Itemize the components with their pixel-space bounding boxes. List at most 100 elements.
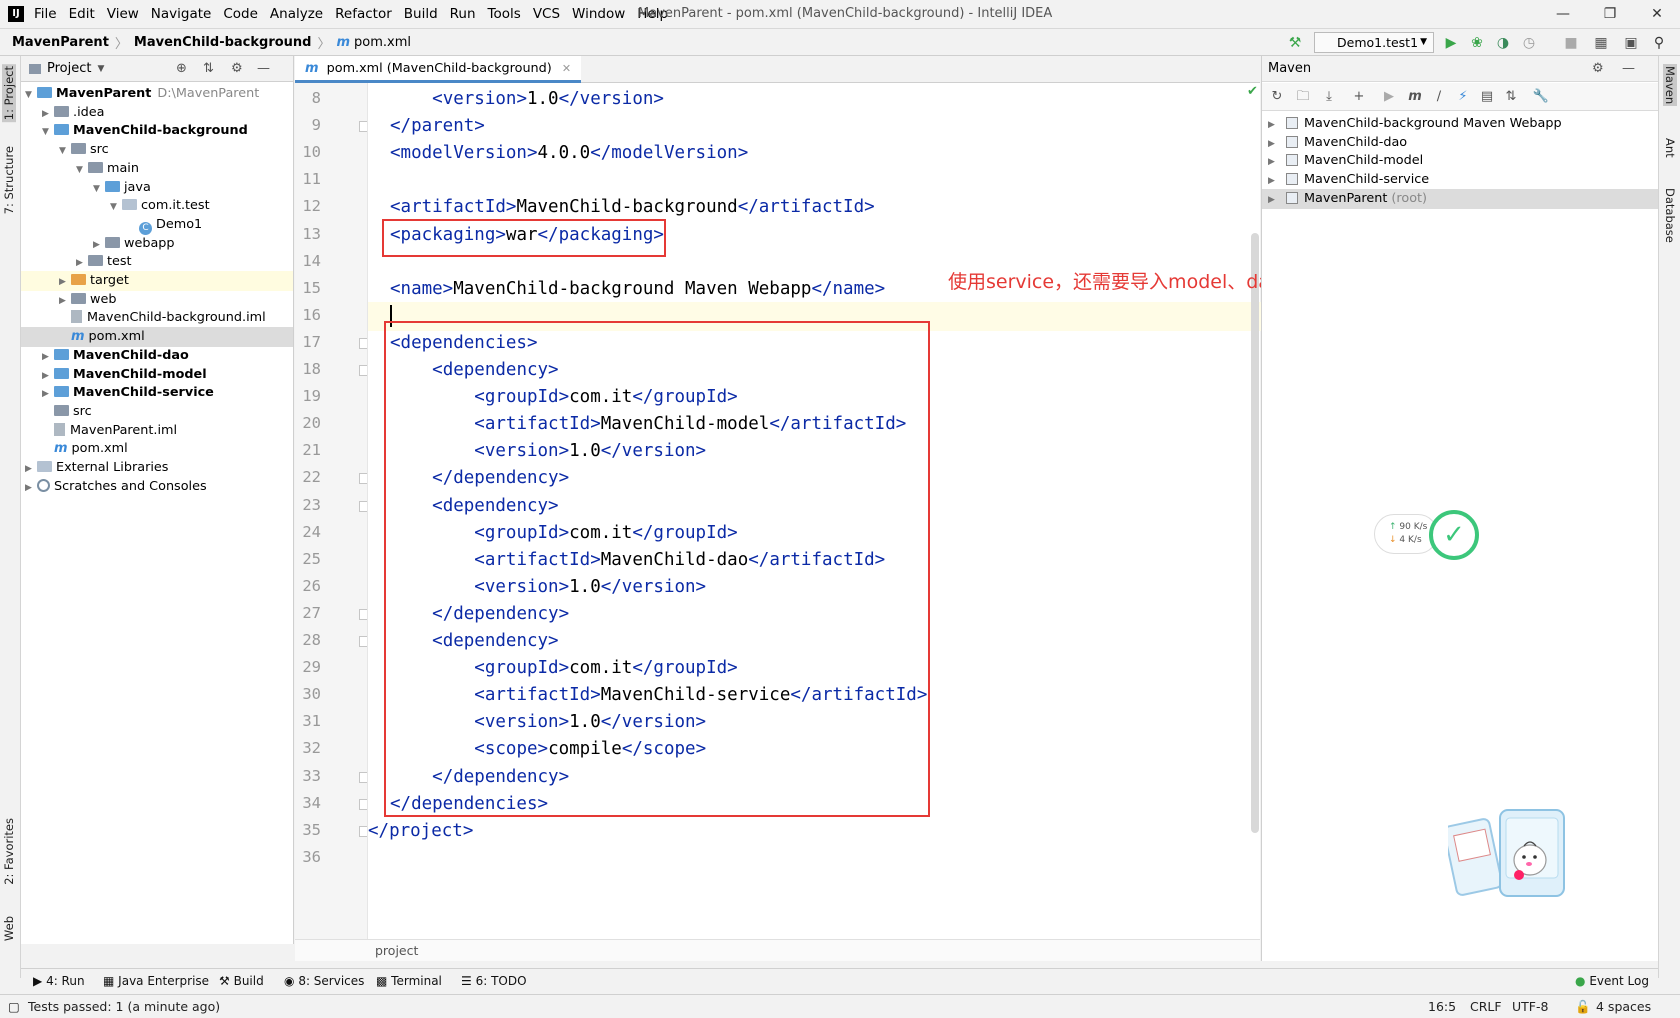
tool-tab-run[interactable]: ▶ 4: Run <box>33 974 85 988</box>
menu-run[interactable]: Run <box>450 6 476 22</box>
close-tab-icon[interactable]: ✕ <box>562 62 571 75</box>
tool-tab-event-log[interactable]: ● Event Log <box>1575 974 1649 988</box>
menu-file[interactable]: File <box>34 6 57 22</box>
tree-item[interactable]: ▶ web <box>21 290 293 310</box>
tree-item[interactable]: ▼ MavenParent D:\MavenParent <box>21 84 293 104</box>
tree-item[interactable]: ▶ MavenChild-service <box>21 383 293 403</box>
close-icon[interactable]: ✕ <box>1634 0 1680 28</box>
tree-item[interactable]: ▶ target <box>21 271 293 291</box>
caret-position[interactable]: 16:5 <box>1428 999 1456 1014</box>
maven-project-item[interactable]: ▶ MavenChild-service <box>1262 170 1659 190</box>
line-number[interactable]: 32 <box>295 739 321 757</box>
line-number[interactable]: 29 <box>295 658 321 676</box>
line-number[interactable]: 25 <box>295 550 321 568</box>
tree-item[interactable]: ▶ Scratches and Consoles <box>21 477 293 497</box>
tree-item[interactable]: ▶ test <box>21 252 293 272</box>
tool-tab-build[interactable]: ⚒ Build <box>219 974 264 988</box>
line-number[interactable]: 33 <box>295 767 321 785</box>
line-number[interactable]: 20 <box>295 414 321 432</box>
line-number[interactable]: 18 <box>295 360 321 378</box>
gear-icon[interactable]: ⚙ <box>231 61 243 76</box>
generate-sources-icon[interactable]: 🗀 <box>1294 88 1312 106</box>
line-number[interactable]: 36 <box>295 848 321 866</box>
hide-panel-icon[interactable]: — <box>1622 56 1635 82</box>
tree-item[interactable]: ▶ MavenChild-model <box>21 365 293 385</box>
line-number[interactable]: 16 <box>295 306 321 324</box>
tree-item[interactable]: m pom.xml <box>21 439 293 459</box>
editor-breadcrumb[interactable]: project <box>295 939 1260 961</box>
line-number[interactable]: 23 <box>295 496 321 514</box>
tree-item[interactable]: ▶ .idea <box>21 103 293 123</box>
code-line[interactable] <box>368 844 1261 873</box>
layout-icon[interactable]: ▣ <box>1622 34 1640 52</box>
debug-icon[interactable]: ❀ <box>1468 34 1486 52</box>
tool-tab-web[interactable]: Web <box>2 916 16 941</box>
line-number[interactable]: 27 <box>295 604 321 622</box>
wrench-icon[interactable]: 🔧 <box>1532 88 1550 106</box>
tool-tab-terminal[interactable]: ▩ Terminal <box>376 974 442 988</box>
line-number[interactable]: 24 <box>295 523 321 541</box>
collapse-all-icon[interactable]: ⇅ <box>1502 88 1520 106</box>
toggle-offline-icon[interactable]: ∕ <box>1430 88 1448 106</box>
line-number[interactable]: 9 <box>295 116 321 134</box>
line-number[interactable]: 34 <box>295 794 321 812</box>
download-icon[interactable]: ⤓ <box>1320 88 1338 106</box>
network-speed-widget[interactable]: ↑ 90 K/s ↓ 4 K/s ✓ <box>1374 510 1484 566</box>
menu-view[interactable]: View <box>107 6 139 22</box>
code-line[interactable]: </parent> <box>368 112 1261 141</box>
line-number[interactable]: 30 <box>295 685 321 703</box>
line-number[interactable]: 15 <box>295 279 321 297</box>
tool-tab-ant[interactable]: Ant <box>1663 138 1677 158</box>
indent-setting[interactable]: 4 spaces <box>1596 999 1651 1014</box>
lock-icon[interactable]: 🔓 <box>1575 999 1591 1015</box>
chevron-down-icon[interactable]: ▼ <box>97 64 104 74</box>
inspection-ok-icon[interactable]: ✔ <box>1247 84 1258 99</box>
tree-item[interactable]: ▶ MavenChild-dao <box>21 346 293 366</box>
menu-tools[interactable]: Tools <box>488 6 521 22</box>
collapse-all-icon[interactable]: ⇅ <box>203 61 214 76</box>
breadcrumb-project[interactable]: MavenParent <box>12 35 109 50</box>
status-message[interactable]: Tests passed: 1 (a minute ago) <box>28 999 220 1014</box>
breadcrumb-module[interactable]: MavenChild-background <box>134 35 312 50</box>
line-number[interactable]: 35 <box>295 821 321 839</box>
search-icon[interactable]: ⚲ <box>1650 34 1668 52</box>
menu-build[interactable]: Build <box>404 6 438 22</box>
menu-analyze[interactable]: Analyze <box>270 6 323 22</box>
tree-item[interactable]: ▼ src <box>21 140 293 160</box>
collapsed-arrow-icon[interactable]: ▶ <box>1268 190 1280 210</box>
maven-project-item[interactable]: ▶ MavenParent (root) <box>1262 188 1659 210</box>
gear-icon[interactable]: ⚙ <box>1592 56 1604 82</box>
line-number[interactable]: 28 <box>295 631 321 649</box>
line-separator[interactable]: CRLF <box>1470 999 1502 1014</box>
maven-project-item[interactable]: ▶ MavenChild-model <box>1262 151 1659 171</box>
collapsed-arrow-icon[interactable]: ▶ <box>25 478 37 498</box>
tool-tab-structure[interactable]: 7: Structure <box>2 146 16 214</box>
line-number[interactable]: 17 <box>295 333 321 351</box>
menu-vcs[interactable]: VCS <box>533 6 560 22</box>
menu-navigate[interactable]: Navigate <box>151 6 212 22</box>
tool-tab-database[interactable]: Database <box>1663 188 1677 243</box>
restore-icon[interactable]: ❐ <box>1587 0 1633 28</box>
menu-edit[interactable]: Edit <box>69 6 95 22</box>
line-number[interactable]: 26 <box>295 577 321 595</box>
line-number[interactable]: 14 <box>295 252 321 270</box>
run-icon[interactable]: ▶ <box>1442 34 1460 52</box>
skip-tests-icon[interactable]: ⚡ <box>1454 88 1472 106</box>
line-number[interactable]: 13 <box>295 225 321 243</box>
line-number[interactable]: 8 <box>295 89 321 107</box>
line-number[interactable]: 31 <box>295 712 321 730</box>
tree-item[interactable]: ▶ External Libraries <box>21 458 293 478</box>
line-number[interactable]: 12 <box>295 197 321 215</box>
tool-tab-favorites[interactable]: 2: Favorites <box>2 818 16 885</box>
project-view-title[interactable]: Project <box>47 61 91 76</box>
line-number[interactable]: 11 <box>295 170 321 188</box>
tab-pom-xml[interactable]: m pom.xml (MavenChild-background) ✕ <box>295 56 582 83</box>
build-hammer-icon[interactable]: ⚒ <box>1286 34 1304 52</box>
file-encoding[interactable]: UTF-8 <box>1512 999 1548 1014</box>
hide-panel-icon[interactable]: — <box>257 61 270 76</box>
tree-item[interactable]: ▼ java <box>21 178 293 198</box>
line-number[interactable]: 22 <box>295 468 321 486</box>
status-toggle-icon[interactable]: ▢ <box>8 999 20 1014</box>
tree-item[interactable]: src <box>21 402 293 422</box>
locate-icon[interactable]: ⊕ <box>176 61 187 76</box>
